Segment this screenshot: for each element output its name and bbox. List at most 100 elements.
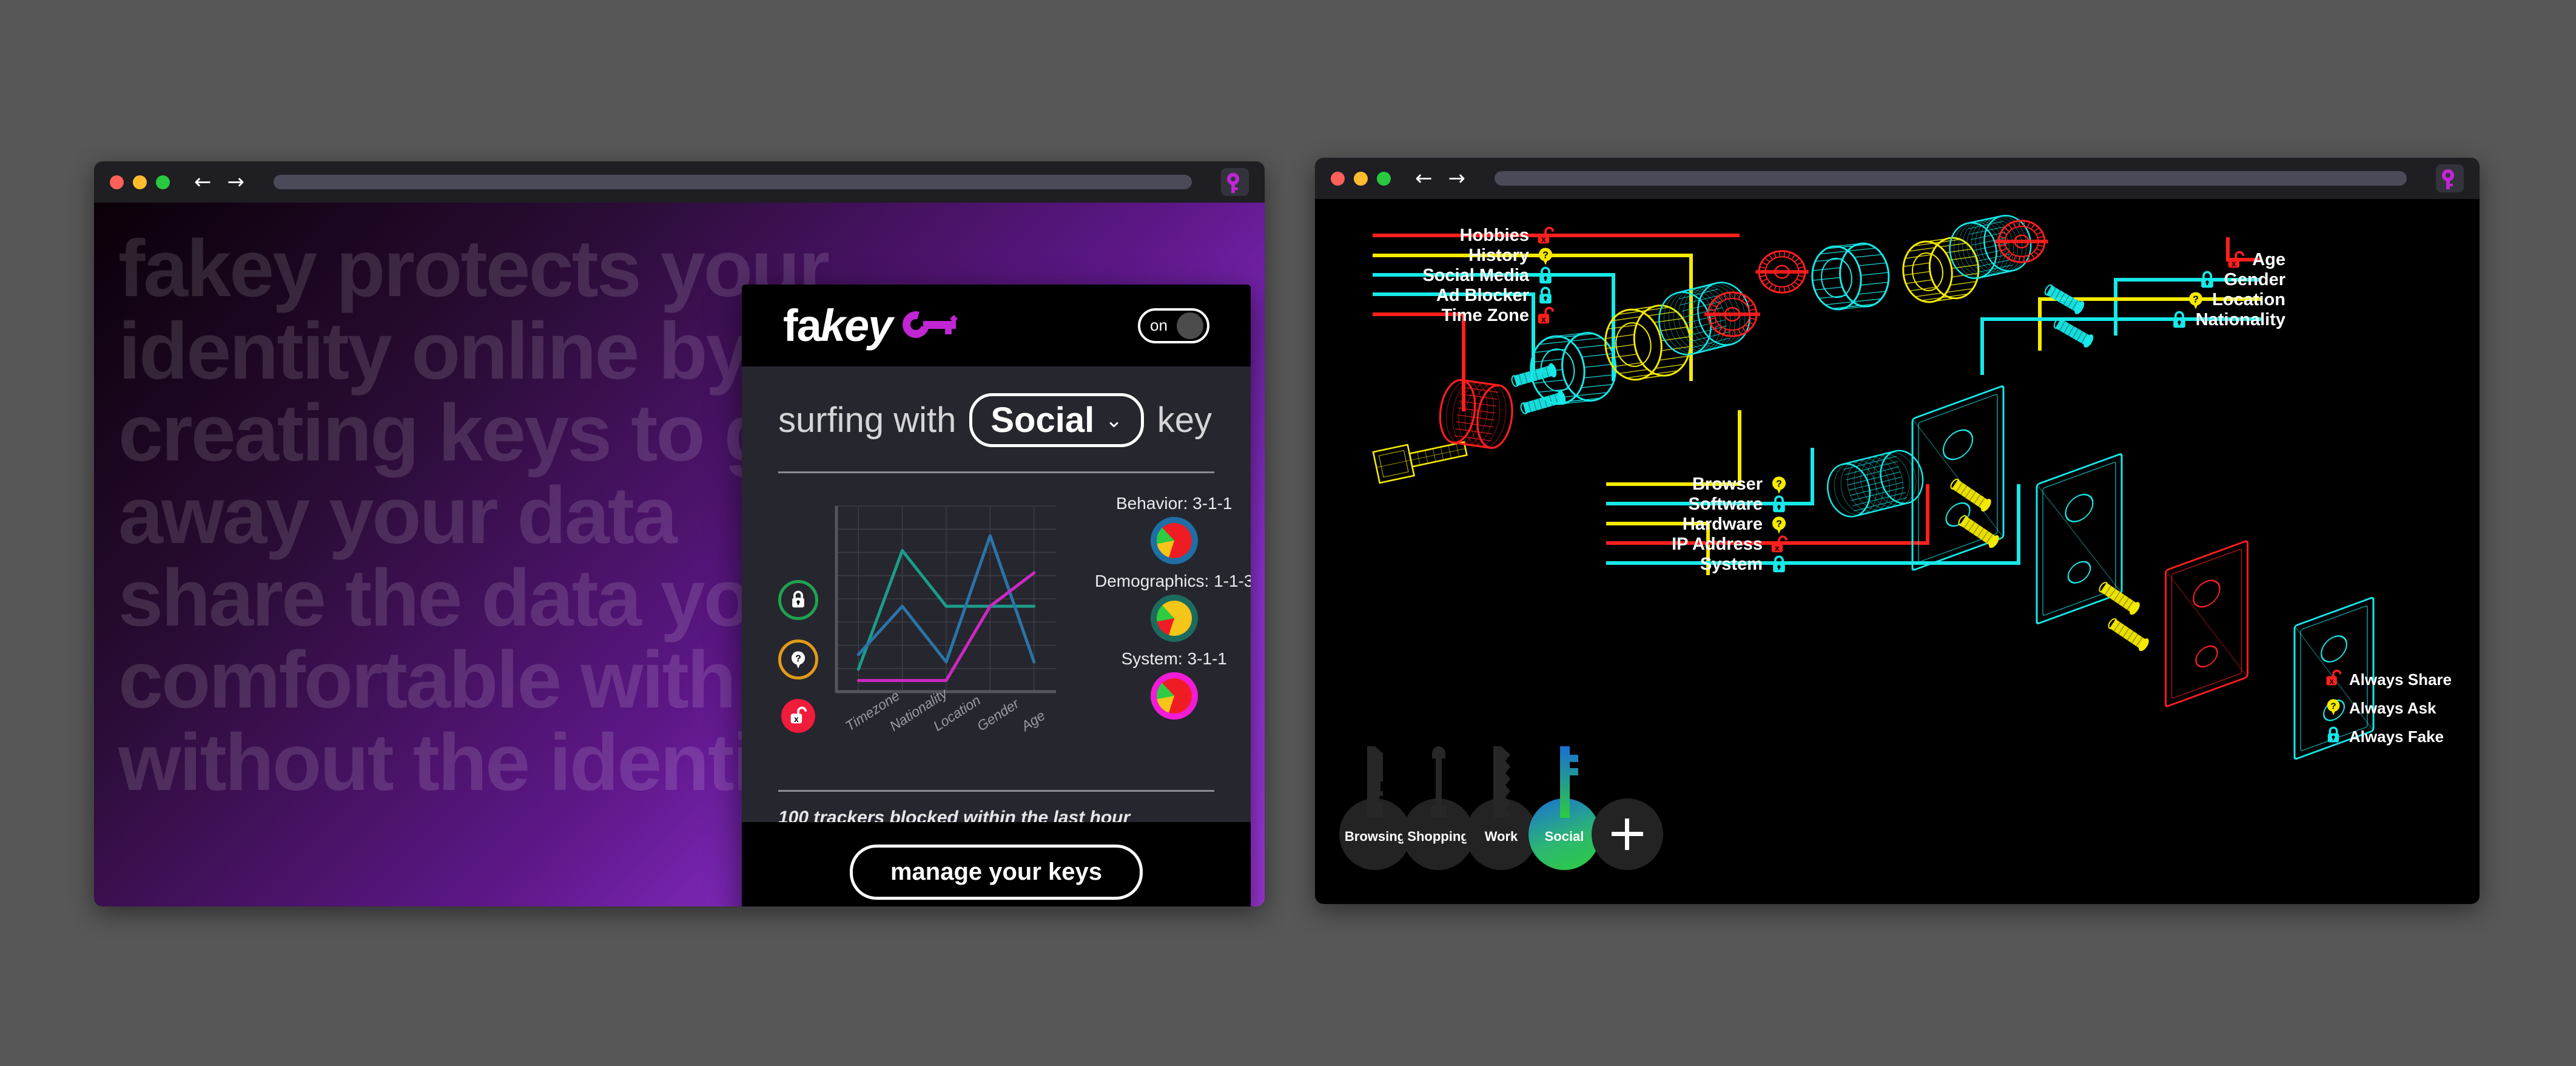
status-badge-lock-closed-icon[interactable]: [778, 580, 818, 620]
manage-keys-button[interactable]: manage your keys: [849, 844, 1143, 900]
wireframe-pin: [2099, 582, 2140, 615]
svg-text:?: ?: [1542, 250, 1549, 260]
data-label-row[interactable]: Time Zone x: [1442, 306, 1555, 326]
popup-header: fakey on: [742, 285, 1251, 366]
window-controls-left[interactable]: [110, 175, 170, 189]
url-input-left[interactable]: [274, 175, 1192, 189]
lock-closed-icon[interactable]: [1536, 266, 1555, 286]
question-bubble-icon: ?: [1772, 476, 1786, 494]
svg-text:x: x: [2329, 677, 2333, 686]
key-selector-dropdown[interactable]: Social ⌄: [969, 393, 1144, 447]
window-controls-right[interactable]: [1331, 171, 1391, 186]
data-label-row[interactable]: Software: [1689, 494, 1788, 514]
page-content-right: Hobbies x History? Social Media Ad Blocker Ti…: [1315, 199, 2480, 904]
extension-popup: fakey on surfing with Social ⌄ key ? x T…: [742, 285, 1251, 906]
data-label-row[interactable]: System: [1700, 555, 1788, 575]
lock-open-x-icon[interactable]: x: [1770, 535, 1788, 555]
close-button[interactable]: [110, 175, 124, 189]
data-label-text: Location: [2212, 290, 2285, 309]
lock-closed-icon[interactable]: [1536, 286, 1555, 306]
key-slot-browsing[interactable]: Browsing: [1339, 746, 1411, 870]
wireframe-plate: [2165, 540, 2248, 707]
back-arrow-icon[interactable]: ←: [194, 172, 212, 192]
forward-arrow-icon[interactable]: →: [1448, 168, 1466, 189]
data-label-text: Hobbies: [1459, 226, 1529, 245]
wireframe-ring: [1902, 237, 1980, 303]
wireframe-ring: [1811, 242, 1890, 311]
data-label-row[interactable]: Gender: [2198, 270, 2285, 290]
key-slot-social[interactable]: Social: [1528, 746, 1600, 870]
question-bubble-icon: ?: [2325, 698, 2342, 719]
page-content-left: fakey protects your identity online by c…: [94, 203, 1265, 906]
data-label-row[interactable]: Hardware?: [1683, 514, 1788, 535]
question-bubble-icon[interactable]: ?: [1536, 246, 1555, 266]
extension-button-right[interactable]: [2436, 164, 2464, 192]
data-label-text: IP Address: [1672, 535, 1763, 554]
data-label-text: Social Media: [1422, 266, 1529, 285]
lock-open-x-icon: x: [1771, 535, 1788, 552]
lock-open-x-icon[interactable]: x: [1536, 306, 1555, 326]
donut-label: Demographics: 1-1-3: [1095, 572, 1251, 590]
svg-text:x: x: [794, 715, 799, 724]
data-label-row[interactable]: Nationality: [2170, 310, 2285, 330]
data-label-row[interactable]: IP Address x: [1672, 535, 1788, 555]
question-bubble-icon[interactable]: ?: [1770, 515, 1788, 535]
donut-chart: [1150, 672, 1198, 720]
data-label-row[interactable]: Browser?: [1692, 474, 1788, 494]
key-slot-shopping[interactable]: Shopping: [1402, 746, 1474, 870]
data-label-row[interactable]: x Age: [2227, 250, 2285, 270]
leader-line: [1606, 410, 1741, 486]
data-label-row[interactable]: Ad Blocker: [1436, 286, 1555, 306]
maximize-button[interactable]: [1377, 171, 1391, 186]
forward-arrow-icon[interactable]: →: [227, 172, 245, 192]
donut-chart-column: Behavior: 3-1-1 Demographics: 1-1-3 System…: [1095, 489, 1251, 720]
lock-open-x-icon[interactable]: x: [1536, 226, 1555, 246]
power-toggle[interactable]: on: [1138, 308, 1209, 343]
wireframe-pin: [1958, 515, 1999, 548]
data-label-text: Time Zone: [1441, 306, 1530, 325]
lock-closed-icon[interactable]: [2170, 311, 2188, 330]
question-bubble-icon: ?: [791, 651, 805, 669]
titlebar-left: ← →: [94, 161, 1265, 203]
svg-text:?: ?: [795, 654, 801, 664]
question-bubble-icon[interactable]: ?: [2187, 291, 2205, 310]
status-badge-question-bubble-icon[interactable]: ?: [778, 639, 818, 680]
svg-text:?: ?: [1776, 479, 1782, 489]
data-label-row[interactable]: Social Media: [1422, 266, 1555, 286]
wireframe-pin: [2108, 618, 2149, 652]
lock-closed-icon[interactable]: [1770, 555, 1788, 575]
key-slot-work[interactable]: Work: [1465, 746, 1537, 870]
data-label-row[interactable]: Hobbies x: [1460, 226, 1555, 246]
lock-closed-icon[interactable]: [2198, 271, 2216, 290]
key-silhouette-icon: [1560, 746, 1578, 818]
back-arrow-icon[interactable]: ←: [1415, 168, 1433, 189]
question-bubble-icon[interactable]: ?: [1770, 475, 1788, 494]
add-key-button[interactable]: [1592, 798, 1663, 870]
lock-open-x-icon[interactable]: x: [2227, 251, 2245, 270]
lock-closed-icon: [1539, 286, 1552, 303]
donut-slices: [1156, 523, 1192, 558]
data-label-text: Gender: [2224, 270, 2285, 289]
popup-footer: manage your keys: [742, 822, 1251, 906]
status-badge-lock-open-x-icon[interactable]: x: [781, 699, 815, 733]
browser-window-right: ← → Hobbies x History? Social Media Ad Block…: [1315, 158, 2480, 904]
lock-closed-icon[interactable]: [1770, 495, 1788, 514]
maximize-button[interactable]: [156, 175, 170, 189]
question-bubble-icon: ?: [1538, 247, 1553, 265]
lock-closed-icon: [1773, 555, 1785, 572]
data-label-row[interactable]: ? Location: [2187, 290, 2285, 310]
svg-text:?: ?: [1776, 519, 1782, 529]
svg-text:x: x: [2231, 258, 2236, 268]
data-label-row[interactable]: History?: [1468, 246, 1555, 266]
close-button[interactable]: [1331, 171, 1345, 186]
extension-button-left[interactable]: [1221, 168, 1249, 196]
toggle-knob[interactable]: [1177, 312, 1203, 339]
minimize-button[interactable]: [133, 175, 147, 189]
key-icon: [2442, 169, 2458, 189]
brand-italic: key: [820, 300, 893, 351]
brand-logo: fakey: [783, 300, 958, 351]
minimize-button[interactable]: [1354, 171, 1368, 186]
data-label-text: Nationality: [2195, 310, 2285, 329]
url-input-right[interactable]: [1495, 171, 2407, 186]
data-label-text: Browser: [1692, 474, 1763, 494]
